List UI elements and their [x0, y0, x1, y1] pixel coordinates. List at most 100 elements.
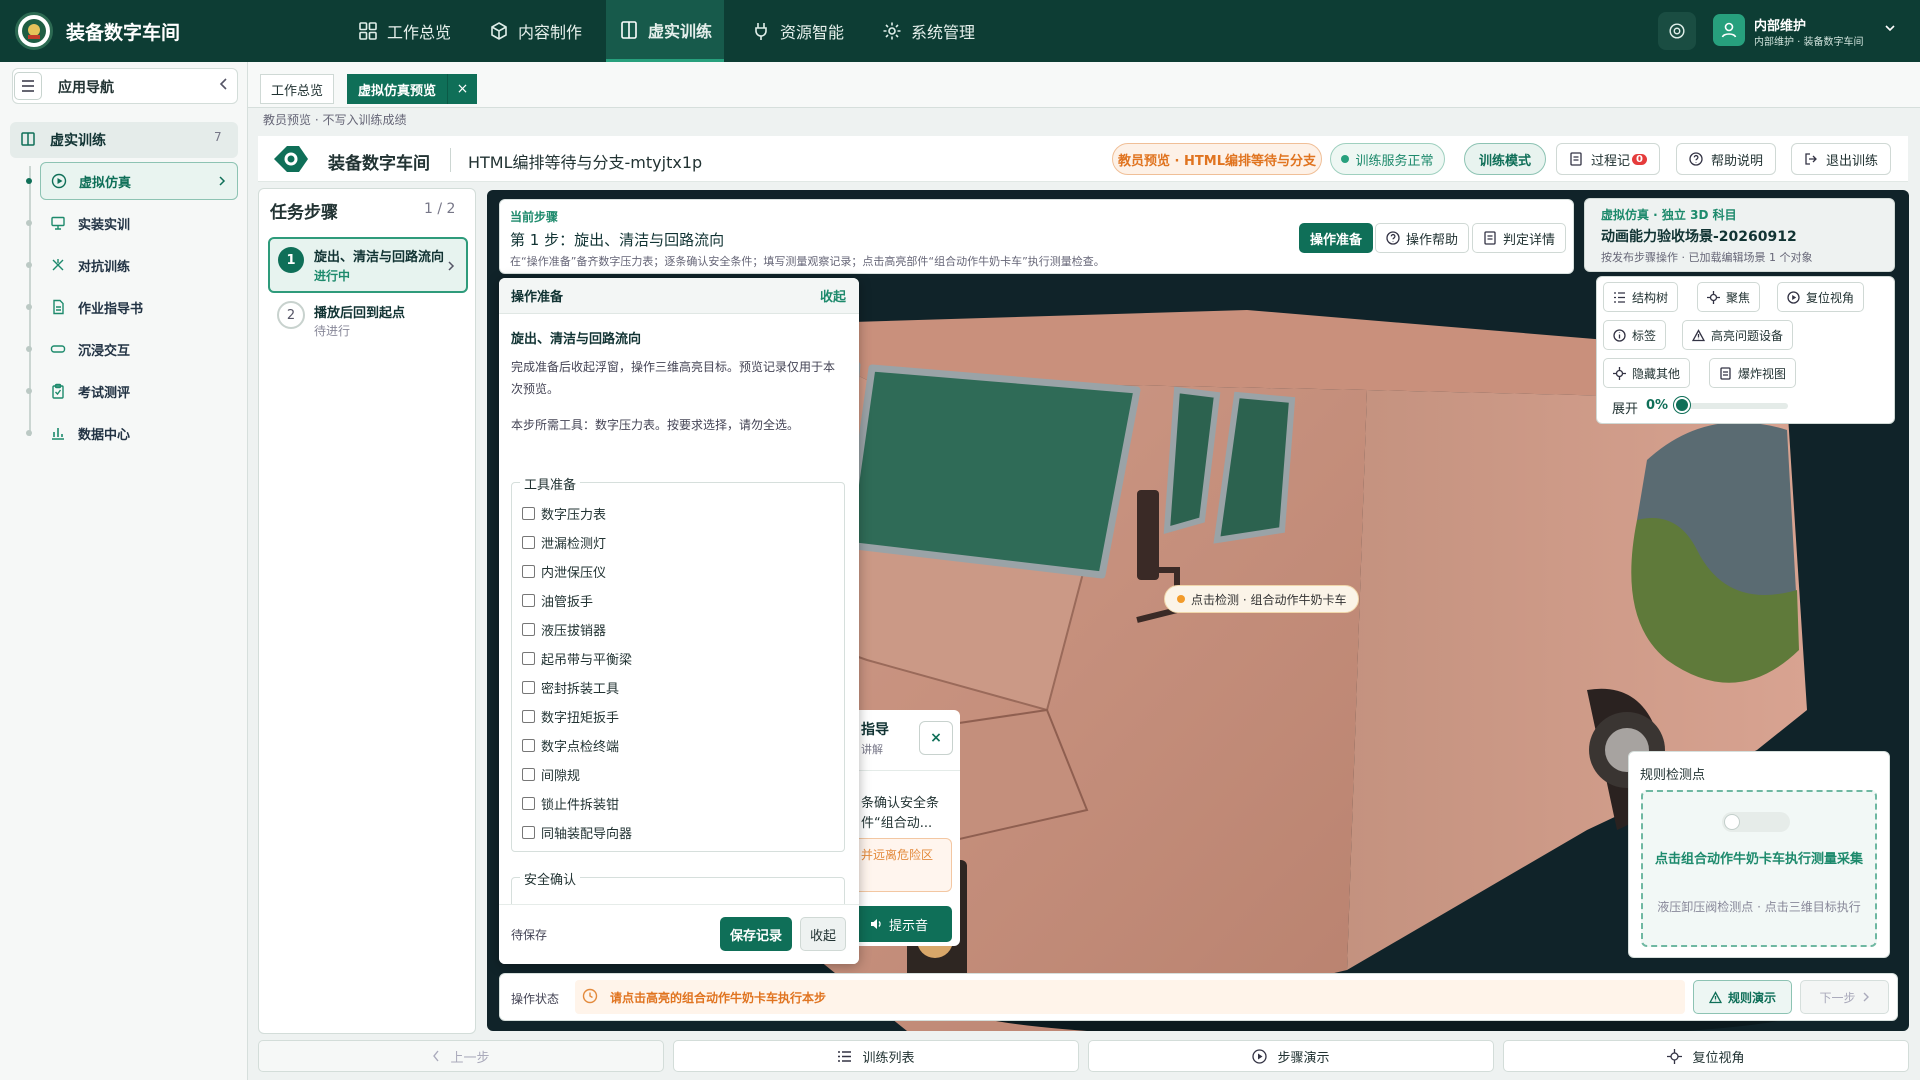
save-record-button[interactable]: 保存记录 — [720, 917, 792, 951]
nav-work-overview[interactable]: 工作总览 — [345, 0, 463, 62]
reset-view-bottom-button[interactable]: 复位视角 — [1503, 1040, 1909, 1072]
judgment-detail-button[interactable]: 判定详情 — [1472, 223, 1567, 253]
training-mode-pill[interactable]: 训练模式 — [1464, 143, 1546, 175]
document-icon — [53, 299, 64, 315]
checkbox[interactable] — [522, 680, 535, 694]
tool-checkbox[interactable]: 锁止件拆装钳 — [522, 793, 619, 813]
scene-title: 动画能力验收场景-20260912 — [1601, 229, 1797, 245]
checkbox[interactable] — [522, 709, 535, 723]
clock-icon — [582, 988, 598, 1004]
nav-training[interactable]: 虚实训练 — [606, 0, 725, 62]
tool-label: 隐藏其他 — [1632, 366, 1681, 381]
tool-checkbox[interactable]: 内泄保压仪 — [522, 561, 606, 581]
tool-checkbox[interactable]: 数字扭矩扳手 — [522, 706, 619, 726]
tool-checkbox[interactable]: 起吊带与平衡梁 — [522, 648, 632, 668]
tool-checkbox[interactable]: 液压拔销器 — [522, 619, 606, 639]
nav-resources[interactable]: 资源智能 — [738, 0, 856, 62]
swords-icon — [52, 259, 64, 271]
checkbox[interactable] — [522, 593, 535, 607]
avatar[interactable] — [1713, 14, 1745, 46]
sidebar-item-data-center[interactable]: 数据中心 — [40, 414, 238, 452]
exit-training-button[interactable]: 退出训练 — [1791, 143, 1892, 175]
rule-demo-label: 规则演示 — [1727, 990, 1776, 1005]
tab-sim-preview[interactable]: 虚拟仿真预览 — [347, 74, 448, 104]
sidebar-item-virtual-sim[interactable]: 虚拟仿真 — [40, 162, 238, 200]
highlight-issue-button[interactable]: 高亮问题设备 — [1682, 320, 1794, 350]
checkbox[interactable] — [522, 564, 535, 578]
prev-step-label: 上一步 — [450, 1050, 490, 1066]
chevron-left-icon — [433, 1050, 440, 1062]
next-step-button[interactable]: 下一步 — [1800, 980, 1889, 1014]
prev-step-button[interactable]: 上一步 — [258, 1040, 664, 1072]
sidebar-item-exam[interactable]: 考试测评 — [40, 372, 238, 410]
sidebar-title: 应用导航 — [58, 80, 114, 96]
rule-toggle-knob — [1724, 814, 1740, 830]
nav-content[interactable]: 内容制作 — [476, 0, 594, 62]
operation-prep-button[interactable]: 操作准备 — [1299, 223, 1374, 253]
tool-label: 复位视角 — [1806, 290, 1855, 305]
training-list-button[interactable]: 训练列表 — [673, 1040, 1079, 1072]
expand-slider-track[interactable] — [1680, 403, 1788, 409]
document-icon — [1720, 366, 1731, 380]
sidebar-item-adversarial[interactable]: 对抗训练 — [40, 246, 238, 284]
tool-checkbox[interactable]: 泄漏检测灯 — [522, 532, 606, 552]
current-step-description: 在“操作准备”备齐数字压力表；逐条确认安全条件；填写测量观察记录；点击高亮部件“… — [510, 255, 1105, 268]
checkbox[interactable] — [522, 535, 535, 549]
scene-tag: 虚拟仿真 · 独立 3D 科目 — [1601, 208, 1737, 222]
sidebar-dot — [26, 346, 32, 352]
prep-collapse-link[interactable]: 收起 — [820, 286, 846, 305]
tool-checkbox[interactable]: 同轴装配导向器 — [522, 822, 632, 842]
judgment-detail-label: 判定详情 — [1503, 232, 1556, 248]
sidebar-item-label: 虚拟仿真 — [79, 175, 132, 191]
tool-checkbox[interactable]: 密封拆装工具 — [522, 677, 619, 697]
sidebar-item-immersive[interactable]: 沉浸交互 — [40, 330, 238, 368]
crosshair-icon — [1707, 290, 1720, 304]
operation-help-button[interactable]: 操作帮助 — [1375, 223, 1470, 253]
menu-icon[interactable] — [14, 72, 42, 100]
step-demo-button[interactable]: 步骤演示 — [1088, 1040, 1494, 1072]
guide-close-button[interactable]: × — [919, 721, 953, 755]
checkbox[interactable] — [522, 767, 535, 781]
hide-others-button[interactable]: 隐藏其他 — [1603, 358, 1691, 388]
tool-checkbox[interactable]: 数字压力表 — [522, 503, 606, 523]
sidebar-group-training[interactable] — [10, 122, 238, 158]
tab-work-overview[interactable]: 工作总览 — [260, 74, 335, 104]
tool-checkbox[interactable]: 间隙规 — [522, 764, 580, 784]
crosshair-icon — [1613, 366, 1626, 380]
chevron-left-icon[interactable] — [218, 77, 230, 91]
checkbox[interactable] — [522, 796, 535, 810]
rule-checkpoint-action: 点击组合动作牛奶卡车执行测量采集 — [1654, 852, 1863, 867]
hotspot-label[interactable]: 点击检测 · 组合动作牛奶卡车 — [1164, 585, 1360, 613]
book-icon — [20, 131, 36, 147]
help-button[interactable]: 帮助说明 — [1676, 143, 1777, 175]
checkbox[interactable] — [522, 506, 535, 520]
gear-icon — [883, 22, 901, 40]
rule-demo-button[interactable]: 规则演示 — [1693, 980, 1792, 1014]
structure-tree-button[interactable]: 结构树 — [1603, 282, 1679, 312]
checkbox[interactable] — [522, 651, 535, 665]
settings-button[interactable] — [1658, 12, 1696, 50]
checkbox[interactable] — [522, 622, 535, 636]
sidebar-header — [12, 68, 238, 104]
fold-button[interactable]: 收起 — [800, 917, 846, 951]
play-circle-icon — [1787, 290, 1800, 304]
checkbox[interactable] — [522, 825, 535, 839]
book-icon — [621, 20, 637, 39]
tab-close-button[interactable]: × — [447, 74, 477, 104]
checkbox[interactable] — [522, 738, 535, 752]
focus-button[interactable]: 聚焦 — [1697, 282, 1761, 312]
exploded-view-button[interactable]: 爆炸视图 — [1709, 358, 1797, 388]
reset-view-button[interactable]: 复位视角 — [1777, 282, 1865, 312]
sidebar-item-label: 作业指导书 — [78, 301, 144, 317]
sound-hint-button[interactable]: 提示音 — [859, 906, 952, 942]
labels-button[interactable]: 标签 — [1603, 320, 1667, 350]
process-record-button[interactable]: 过程记 0 — [1556, 143, 1660, 175]
chevron-down-icon[interactable] — [1884, 22, 1896, 34]
nav-system[interactable]: 系统管理 — [869, 0, 987, 62]
sidebar-item-guide-book[interactable]: 作业指导书 — [40, 288, 238, 326]
tool-checkbox[interactable]: 数字点检终端 — [522, 735, 619, 755]
sidebar-item-physical[interactable]: 实装实训 — [40, 204, 238, 242]
expand-slider-thumb[interactable] — [1674, 397, 1690, 413]
sidebar-group-label: 虚实训练 — [50, 133, 106, 149]
tool-checkbox[interactable]: 油管扳手 — [522, 590, 593, 610]
